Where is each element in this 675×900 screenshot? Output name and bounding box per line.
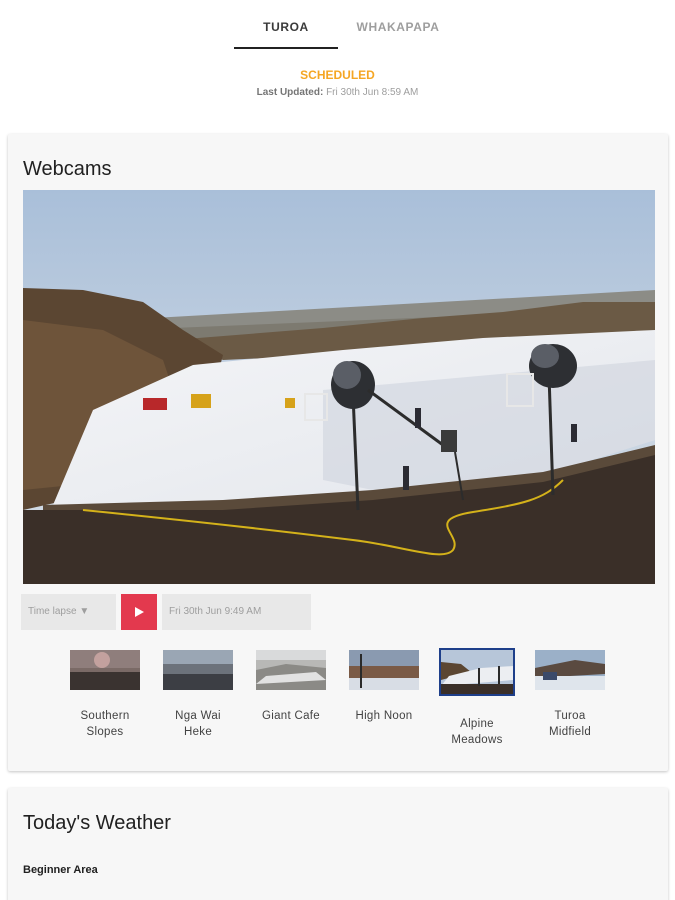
webcam-thumb-high-noon[interactable]: High Noon bbox=[341, 646, 427, 724]
last-updated-label: Last Updated: bbox=[256, 87, 324, 98]
webcam-thumbnails: Southern Slopes Nga Wai Heke Giant Cafe Hi… bbox=[8, 646, 668, 746]
webcam-thumb-giant-cafe[interactable]: Giant Cafe bbox=[248, 646, 334, 724]
resort-tabs: TUROA WHAKAPAPA bbox=[0, 0, 675, 56]
webcam-thumb-image bbox=[256, 650, 326, 690]
webcam-thumb-image bbox=[163, 650, 233, 690]
webcam-thumb-label: Southern Slopes bbox=[80, 710, 130, 738]
webcam-thumb-image bbox=[349, 650, 419, 690]
webcam-thumb-southern-slopes[interactable]: Southern Slopes bbox=[62, 646, 148, 740]
tab-whakapapa[interactable]: WHAKAPAPA bbox=[346, 20, 450, 34]
webcam-thumb-turoa-midfield[interactable]: Turoa Midfield bbox=[527, 646, 613, 740]
play-button[interactable] bbox=[121, 594, 157, 630]
tab-turoa[interactable]: TUROA bbox=[234, 20, 338, 34]
weather-title: Today's Weather bbox=[23, 812, 171, 834]
webcam-thumb-image bbox=[439, 648, 515, 696]
active-tab-indicator bbox=[234, 47, 338, 49]
webcam-thumb-label: Alpine Meadows bbox=[451, 718, 503, 746]
last-updated: Last Updated: Fri 30th Jun 8:59 AM bbox=[0, 87, 675, 98]
webcam-thumb-label: High Noon bbox=[355, 710, 413, 722]
weather-section-heading: Beginner Area bbox=[23, 864, 98, 876]
webcams-title: Webcams bbox=[23, 158, 112, 180]
weather-card: Today's Weather Beginner Area bbox=[8, 788, 668, 900]
timelapse-select[interactable]: Time lapse ▼ bbox=[21, 594, 116, 630]
timelapse-datetime: Fri 30th Jun 9:49 AM bbox=[162, 594, 311, 630]
webcam-thumb-image bbox=[535, 650, 605, 690]
last-updated-value: Fri 30th Jun 8:59 AM bbox=[326, 87, 419, 98]
webcam-thumb-label: Giant Cafe bbox=[262, 710, 320, 722]
webcams-card: Webcams Time lapse ▼ Fri 30th Jun 9:49 A… bbox=[8, 134, 668, 771]
webcam-thumb-alpine-meadows[interactable]: Alpine Meadows bbox=[434, 646, 520, 748]
status-badge: SCHEDULED bbox=[300, 68, 375, 82]
webcam-thumb-nga-wai-heke[interactable]: Nga Wai Heke bbox=[155, 646, 241, 740]
webcam-main-image[interactable] bbox=[23, 190, 655, 584]
play-icon bbox=[135, 607, 144, 617]
webcam-thumb-label: Turoa Midfield bbox=[548, 710, 592, 738]
webcam-thumb-image bbox=[70, 650, 140, 690]
webcam-thumb-label: Nga Wai Heke bbox=[175, 710, 221, 738]
